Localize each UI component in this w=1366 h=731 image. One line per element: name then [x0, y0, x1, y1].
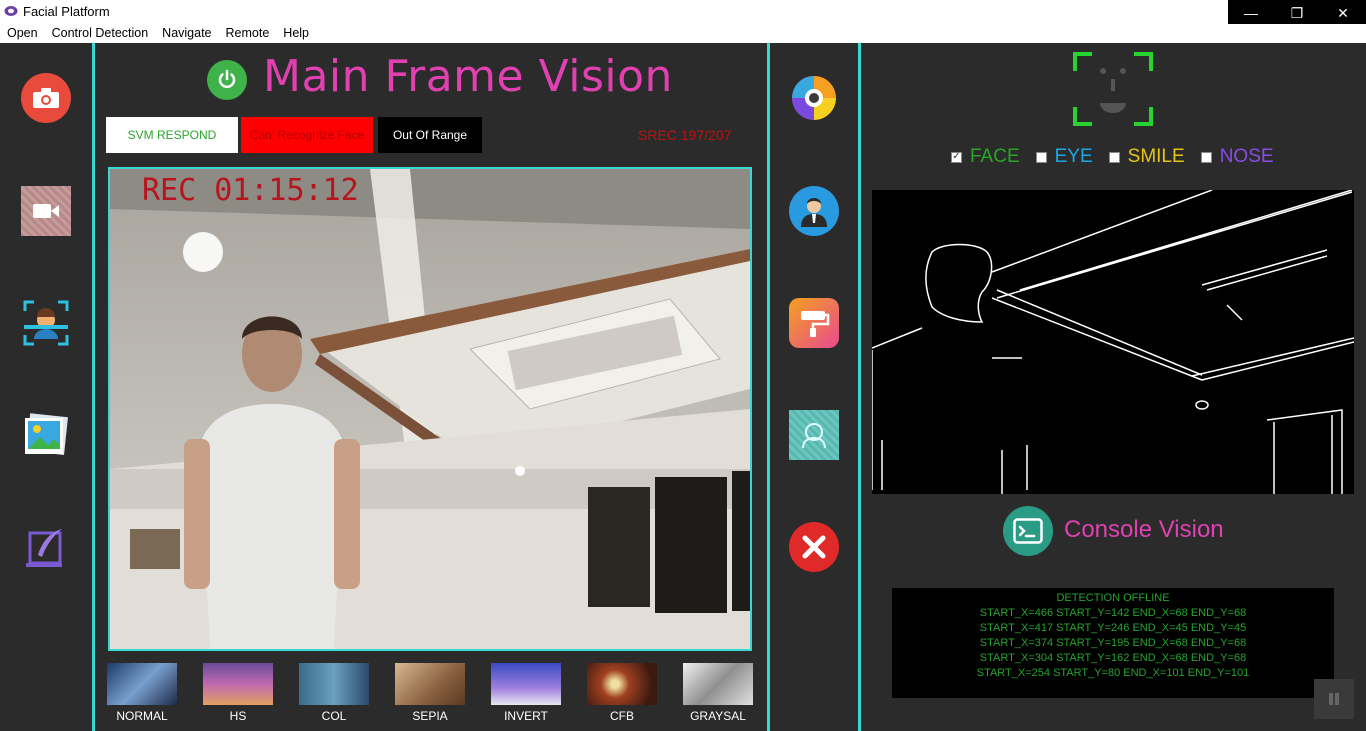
- pause-icon: [1329, 693, 1339, 705]
- console-line: START_X=417 START_Y=246 END_X=45 END_Y=4…: [979, 622, 1247, 634]
- title-bar: Facial Platform — ❐ ✕: [0, 0, 1366, 26]
- detection-panel: ✓ FACE EYE SMILE NOSE Console Vision DET…: [861, 43, 1366, 731]
- edge-detection-image: [872, 190, 1354, 494]
- filter-graysal[interactable]: GRAYSAL: [682, 663, 754, 723]
- nose-checkbox[interactable]: [1200, 151, 1212, 163]
- filter-thumbnail: [203, 663, 273, 705]
- paint-roller-icon: [801, 311, 830, 337]
- face-checkbox[interactable]: ✓: [951, 151, 962, 163]
- maximize-button[interactable]: ❐: [1274, 0, 1320, 26]
- menu-open[interactable]: Open: [0, 24, 45, 43]
- color-wheel-button[interactable]: [789, 73, 839, 123]
- filter-label: NORMAL: [116, 709, 168, 723]
- main-frame-panel: Main Frame Vision SVM RESPOND Can' Recog…: [95, 43, 767, 731]
- eye-checkbox-label: EYE: [1054, 146, 1093, 167]
- quill-icon: [26, 529, 62, 567]
- range-status-badge: Out Of Range: [378, 117, 482, 153]
- menu-bar: Open Control Detection Navigate Remote H…: [0, 24, 1366, 43]
- menu-help[interactable]: Help: [276, 24, 316, 43]
- menu-control-detection[interactable]: Control Detection: [45, 24, 156, 43]
- console-line: START_X=304 START_Y=162 END_X=68 END_Y=6…: [979, 652, 1247, 664]
- middle-toolbar: [770, 43, 858, 731]
- filter-label: HS: [229, 709, 247, 723]
- menu-navigate[interactable]: Navigate: [155, 24, 218, 43]
- filter-thumbnail: [491, 663, 561, 705]
- filter-hs[interactable]: HS: [202, 663, 274, 723]
- filter-normal[interactable]: NORMAL: [106, 663, 178, 723]
- power-icon: [218, 69, 236, 89]
- filter-label: INVERT: [504, 709, 548, 723]
- console-line: START_X=466 START_Y=142 END_X=68 END_Y=6…: [979, 607, 1247, 619]
- filter-thumbnail: [683, 663, 753, 705]
- detection-checkboxes: ✓ FACE EYE SMILE NOSE: [951, 146, 1290, 168]
- menu-remote[interactable]: Remote: [219, 24, 277, 43]
- camera-feed: REC 01:15:12: [108, 167, 752, 651]
- filter-invert[interactable]: INVERT: [490, 663, 562, 723]
- terminal-icon: [1013, 518, 1043, 544]
- camera-scene-image: [110, 169, 750, 649]
- console-line: DETECTION OFFLINE: [1056, 592, 1170, 604]
- paint-button[interactable]: [789, 298, 839, 348]
- face-sketch-icon: [802, 423, 826, 449]
- power-button[interactable]: [207, 60, 247, 100]
- face-recognition-icon: [1073, 52, 1153, 126]
- smile-checkbox-label: SMILE: [1127, 146, 1185, 167]
- filter-cfb[interactable]: CFB: [586, 663, 658, 723]
- camera-button[interactable]: [21, 73, 71, 123]
- console-line: START_X=254 START_Y=80 END_X=101 END_Y=1…: [976, 667, 1250, 679]
- edge-detection-view: [872, 190, 1354, 494]
- console-output: DETECTION OFFLINE START_X=466 START_Y=14…: [892, 588, 1334, 698]
- svm-status-badge: SVM RESPOND: [106, 117, 238, 153]
- console-title: Console Vision: [1064, 516, 1224, 543]
- nose-checkbox-label: NOSE: [1219, 146, 1274, 167]
- window-controls: — ❐ ✕: [1228, 0, 1366, 26]
- face-scan-icon: [23, 300, 69, 346]
- user-profile-button[interactable]: [789, 186, 839, 236]
- filter-thumbnail: [395, 663, 465, 705]
- console-button[interactable]: [1003, 506, 1053, 556]
- image-gallery-icon: [25, 413, 68, 455]
- smile-checkbox[interactable]: [1108, 151, 1120, 163]
- close-icon: [802, 535, 826, 559]
- app-logo-icon: [4, 6, 18, 16]
- filter-col[interactable]: COL: [298, 663, 370, 723]
- filter-label: SEPIA: [412, 709, 448, 723]
- page-title: Main Frame Vision: [263, 51, 673, 102]
- recognition-status-badge: Can' Recognize Face: [241, 117, 373, 153]
- color-wheel-icon: [792, 76, 836, 120]
- eye-checkbox[interactable]: [1035, 151, 1047, 163]
- recording-timer: REC 01:15:12: [142, 173, 359, 208]
- filter-thumbnail: [587, 663, 657, 705]
- write-button[interactable]: [21, 522, 71, 572]
- face-checkbox-label: FACE: [970, 146, 1020, 167]
- filter-thumbnail: [299, 663, 369, 705]
- filter-label: CFB: [610, 709, 634, 723]
- left-toolbar: [0, 43, 92, 731]
- filter-thumbnail: [107, 663, 177, 705]
- image-button[interactable]: [21, 410, 71, 460]
- filter-sepia[interactable]: SEPIA: [394, 663, 466, 723]
- srec-counter: SREC 197/207: [638, 127, 732, 143]
- user-icon: [801, 198, 827, 227]
- filter-label: COL: [321, 709, 347, 723]
- face-sketch-button[interactable]: [789, 410, 839, 460]
- camera-icon: [33, 88, 59, 108]
- minimize-button[interactable]: —: [1228, 0, 1274, 26]
- pause-button[interactable]: [1314, 679, 1354, 719]
- close-window-button[interactable]: ✕: [1320, 0, 1366, 26]
- console-line: START_X=374 START_Y=195 END_X=68 END_Y=6…: [979, 637, 1247, 649]
- window-title: Facial Platform: [23, 4, 110, 19]
- face-scan-button[interactable]: [21, 298, 71, 348]
- exit-button[interactable]: [789, 522, 839, 572]
- video-button[interactable]: [21, 186, 71, 236]
- filter-label: GRAYSAL: [690, 709, 746, 723]
- video-camera-icon: [33, 204, 59, 218]
